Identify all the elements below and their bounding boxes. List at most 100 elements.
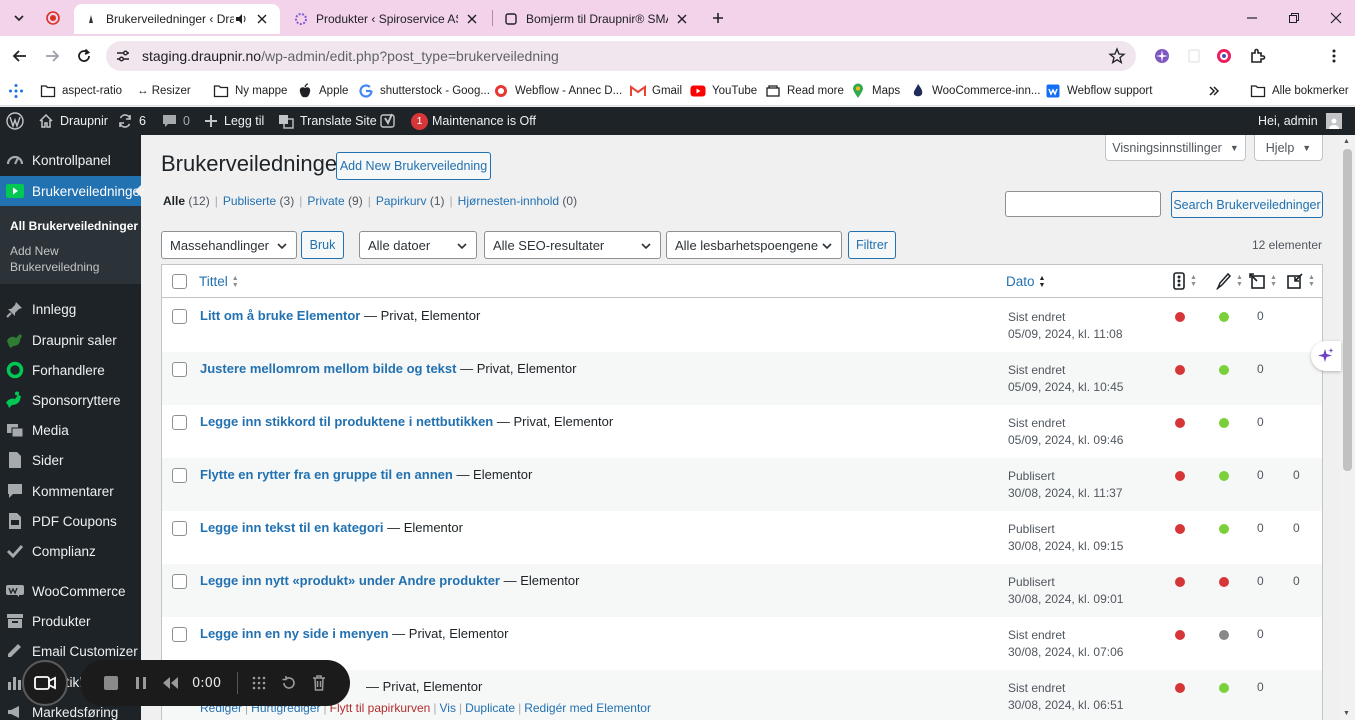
view-published[interactable]: Publiserte <box>223 194 276 208</box>
bookmark-webflow-support[interactable]: Webflow support <box>1045 82 1152 100</box>
updates-link[interactable]: 6 <box>117 107 146 135</box>
delete-recording-button[interactable] <box>304 668 334 698</box>
column-readability-header[interactable]: ▲ ▼ <box>1216 272 1243 290</box>
minimize-window-button[interactable] <box>1238 6 1266 30</box>
sidebar-item-produkter[interactable]: Produkter <box>0 606 141 636</box>
close-window-button[interactable] <box>1322 6 1350 30</box>
sidebar-item-media[interactable]: Media <box>0 415 141 445</box>
browser-menu-button[interactable] <box>1324 46 1344 66</box>
ai-assistant-button[interactable] <box>1311 341 1341 371</box>
tab-search-button[interactable] <box>6 6 32 30</box>
close-tab-button[interactable] <box>254 11 270 27</box>
bookmark-youtube[interactable]: YouTube <box>690 82 757 100</box>
row-checkbox[interactable] <box>172 574 187 589</box>
select-all-checkbox[interactable] <box>172 274 187 289</box>
recording-indicator[interactable] <box>40 6 66 30</box>
yoast-seo-link[interactable]: 1 <box>380 107 428 135</box>
recorder-camera-button[interactable] <box>22 660 68 706</box>
apply-button[interactable]: Bruk <box>301 231 344 259</box>
rewind-button[interactable] <box>156 668 186 698</box>
close-tab-button[interactable] <box>674 11 690 27</box>
grid-drag-handle[interactable] <box>244 668 274 698</box>
site-info-icon[interactable] <box>114 47 132 65</box>
row-checkbox[interactable] <box>172 309 187 324</box>
readability-filter-select[interactable]: Alle lesbarhetspoengene <box>666 231 842 259</box>
bulk-actions-select[interactable]: Massehandlinger <box>161 231 297 259</box>
maintenance-status-link[interactable]: Maintenance is Off <box>432 107 536 135</box>
pause-recording-button[interactable] <box>126 668 156 698</box>
view-private[interactable]: Private <box>307 194 344 208</box>
sidebar-item-sider[interactable]: Sider <box>0 445 141 475</box>
sidebar-item-draupnir-saler[interactable]: Draupnir saler <box>0 325 141 355</box>
comments-link[interactable]: 0 <box>162 107 190 135</box>
bookmark-star-button[interactable] <box>1108 47 1126 65</box>
sidebar-item-pdf-coupons[interactable]: PDF Coupons <box>0 506 141 536</box>
account-menu[interactable]: Hei, admin <box>1258 107 1342 135</box>
close-tab-button[interactable] <box>464 11 480 27</box>
view-trash[interactable]: Papirkurv <box>376 194 427 208</box>
column-seo-header[interactable]: ▲ ▼ <box>1172 272 1197 290</box>
date-filter-select[interactable]: Alle datoer <box>359 231 477 259</box>
reload-button[interactable] <box>72 44 96 68</box>
bookmark-gmail[interactable]: Gmail <box>630 82 682 100</box>
column-outgoing-links-header[interactable]: ▲ ▼ <box>1248 272 1277 290</box>
sidebar-item-innlegg[interactable]: Innlegg <box>0 294 141 324</box>
extension-button[interactable] <box>1152 46 1172 66</box>
column-title-header[interactable]: Tittel ▲ ▼ <box>199 274 239 289</box>
bookmark-maps[interactable]: Maps <box>850 82 900 100</box>
bookmark-ny-mappe[interactable]: Ny mappe <box>213 82 287 100</box>
extension-button[interactable] <box>1214 46 1234 66</box>
stop-recording-button[interactable] <box>96 668 126 698</box>
restart-recording-button[interactable] <box>274 668 304 698</box>
view-cornerstone[interactable]: Hjørnesten-innhold <box>458 194 559 208</box>
submenu-add-new-line2[interactable]: Brukerveiledning <box>10 259 99 275</box>
column-incoming-links-header[interactable]: ▲ ▼ <box>1286 272 1315 290</box>
extension-button[interactable] <box>1184 46 1204 66</box>
search-input[interactable] <box>1005 191 1161 217</box>
tab-brukerveiledninger[interactable]: Brukerveiledninger ‹ Draupnir <box>74 4 280 34</box>
seo-filter-select[interactable]: Alle SEO-resultater <box>484 231 661 259</box>
help-button[interactable]: Hjelp ▼ <box>1254 135 1323 161</box>
tab-bomjerm[interactable]: Bomjerm til Draupnir® SMART <box>494 4 700 34</box>
row-title-link[interactable]: Justere mellomrom mellom bilde og tekst <box>200 361 456 376</box>
forward-button[interactable] <box>40 44 64 68</box>
row-action-trash[interactable]: Flytt til papirkurven <box>330 701 431 715</box>
sidebar-item-sponsorryttere[interactable]: Sponsorryttere <box>0 385 141 415</box>
row-action-view[interactable]: Vis <box>439 701 455 715</box>
bookmark-aspect-ratio[interactable]: aspect-ratio <box>40 82 122 100</box>
wordpress-logo-button[interactable] <box>6 107 24 135</box>
new-content-link[interactable]: Legg til <box>204 107 264 135</box>
back-button[interactable] <box>8 44 32 68</box>
row-checkbox[interactable] <box>172 362 187 377</box>
sidebar-item-forhandlere[interactable]: Forhandlere <box>0 355 141 385</box>
row-title-link[interactable]: Legge inn tekst til en kategori <box>200 520 383 535</box>
row-action-edit-elementor[interactable]: Redigér med Elementor <box>524 701 651 715</box>
row-title-link[interactable]: Litt om å bruke Elementor <box>200 308 360 323</box>
row-title-link[interactable]: Legge inn nytt «produkt» under Andre pro… <box>200 573 500 588</box>
scroll-down-arrow-icon[interactable]: ▼ <box>1343 710 1350 717</box>
bookmark-all-bookmarks[interactable]: Alle bokmerker <box>1250 82 1349 100</box>
row-action-duplicate[interactable]: Duplicate <box>465 701 515 715</box>
bookmark-apple[interactable]: Apple <box>297 82 348 100</box>
row-checkbox[interactable] <box>172 627 187 642</box>
apps-button[interactable] <box>8 82 30 100</box>
scroll-thumb[interactable] <box>1343 149 1352 471</box>
translate-site-link[interactable]: Translate Site <box>278 107 377 135</box>
extensions-menu-button[interactable] <box>1248 46 1268 66</box>
row-checkbox[interactable] <box>172 521 187 536</box>
site-name-link[interactable]: Draupnir <box>38 107 108 135</box>
row-checkbox[interactable] <box>172 415 187 430</box>
submenu-all-brukerveiledninger[interactable]: All Brukerveiledninger <box>10 218 138 234</box>
row-title-link[interactable]: Flytte en rytter fra en gruppe til en an… <box>200 467 453 482</box>
sidebar-item-complianz[interactable]: Complianz <box>0 536 141 566</box>
bookmark-read-more[interactable]: Read more <box>765 82 844 100</box>
address-bar[interactable]: staging.draupnir.no/wp-admin/edit.php?po… <box>106 41 1136 71</box>
more-bookmarks-button[interactable] <box>1208 82 1220 100</box>
bookmark-shutterstock[interactable]: shutterstock - Goog... <box>358 82 490 100</box>
row-checkbox[interactable] <box>172 468 187 483</box>
view-all[interactable]: Alle <box>163 194 185 208</box>
screen-options-button[interactable]: Visningsinnstillinger ▼ <box>1105 135 1246 161</box>
add-new-button[interactable]: Add New Brukerveiledning <box>336 152 491 180</box>
new-tab-button[interactable] <box>708 8 728 28</box>
column-date-header[interactable]: Dato ▲ ▼ <box>1006 274 1045 289</box>
